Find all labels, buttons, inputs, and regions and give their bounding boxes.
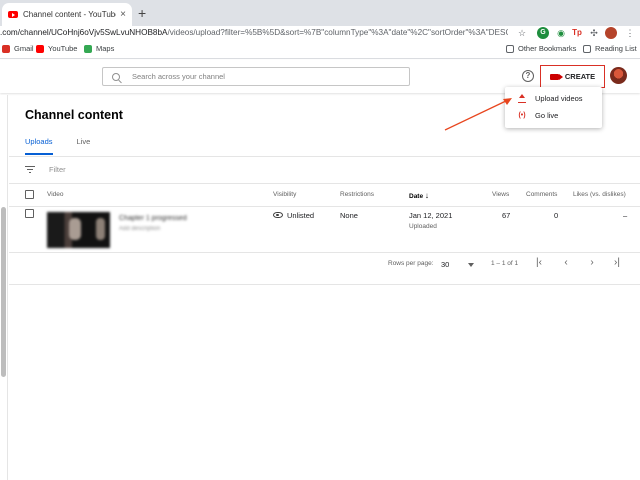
page-title: Channel content xyxy=(25,108,123,122)
create-label: CREATE xyxy=(564,72,596,81)
video-thumbnail[interactable] xyxy=(47,212,110,248)
divider xyxy=(9,252,640,253)
date-status: Uploaded xyxy=(409,223,437,230)
video-camera-icon xyxy=(549,73,563,80)
browser-tab-title: Channel content - YouTube Studio xyxy=(23,10,116,19)
visibility-value[interactable]: Unlisted xyxy=(287,211,314,220)
divider xyxy=(9,284,640,285)
video-title[interactable]: Chapter 1 progressed xyxy=(119,215,187,222)
column-views: Views xyxy=(492,191,510,198)
maps-icon xyxy=(84,44,92,53)
column-video: Video xyxy=(47,191,64,198)
create-button[interactable]: CREATE xyxy=(540,65,605,88)
video-description: Add description xyxy=(119,226,161,232)
youtube-favicon-icon xyxy=(8,11,18,18)
column-date[interactable]: Date ↓ xyxy=(409,191,429,200)
first-page-icon[interactable]: |‹ xyxy=(532,256,546,270)
tp-extension-icon[interactable]: Tp xyxy=(571,27,583,39)
whatsapp-extension-icon[interactable]: ◉ xyxy=(555,27,567,39)
url-text[interactable]: .com/channel/UCoHnj6oVjv5SwLvuNHOB8bA/vi… xyxy=(0,26,508,40)
divider xyxy=(9,156,640,157)
views-value: 67 xyxy=(502,211,511,220)
restrictions-value: None xyxy=(340,211,358,220)
select-all-checkbox[interactable] xyxy=(25,190,34,199)
search-placeholder: Search across your channel xyxy=(132,72,225,81)
column-visibility: Visibility xyxy=(273,191,297,198)
search-input[interactable]: Search across your channel xyxy=(102,67,410,86)
bookmark-label: Gmail xyxy=(14,44,34,53)
tab-live[interactable]: Live xyxy=(77,137,91,155)
other-bookmarks[interactable]: Other Bookmarks xyxy=(506,44,576,53)
sidebar-scrollbar[interactable] xyxy=(0,95,8,480)
last-page-icon[interactable]: ›| xyxy=(610,256,624,270)
profile-avatar-icon[interactable] xyxy=(605,27,617,39)
table-row[interactable]: Chapter 1 progressed Add description Unl… xyxy=(9,207,640,252)
browser-tab-strip: Channel content - YouTube Studio × + xyxy=(0,0,640,26)
folder-icon xyxy=(506,44,514,53)
close-tab-icon[interactable]: × xyxy=(120,9,126,20)
chevron-down-icon[interactable] xyxy=(468,263,474,267)
bookmark-gmail[interactable]: Gmail xyxy=(2,44,34,53)
content-tabs: Uploads Live xyxy=(25,137,114,155)
reading-list-icon xyxy=(583,44,591,53)
eye-icon xyxy=(273,212,283,218)
likes-value: – xyxy=(623,211,628,220)
browser-tab[interactable]: Channel content - YouTube Studio × xyxy=(2,3,132,26)
bookmarks-bar: Gmail YouTube Maps Other Bookmarks Readi… xyxy=(0,40,640,59)
annotation-arrow xyxy=(444,98,512,131)
rows-per-page-select[interactable]: 30 xyxy=(441,260,449,269)
url-path: /videos/upload?filter=%5B%5D&sort=%7B"co… xyxy=(167,28,508,37)
menu-item-label: Upload videos xyxy=(535,94,583,103)
search-icon xyxy=(112,72,120,81)
bookmark-label: YouTube xyxy=(48,44,78,53)
bookmark-maps[interactable]: Maps xyxy=(84,44,114,53)
youtube-icon xyxy=(36,44,44,53)
date-value: Jan 12, 2021 xyxy=(409,211,453,220)
grammarly-extension-icon[interactable]: G xyxy=(537,27,549,39)
new-tab-button[interactable]: + xyxy=(138,5,146,21)
channel-avatar[interactable] xyxy=(610,67,627,84)
row-checkbox[interactable] xyxy=(25,209,34,218)
comments-value: 0 xyxy=(554,211,559,220)
column-likes: Likes (vs. dislikes) xyxy=(573,191,626,198)
next-page-icon[interactable]: › xyxy=(585,256,599,270)
divider xyxy=(9,183,640,184)
reading-list-label: Reading List xyxy=(595,44,637,53)
column-date-label: Date xyxy=(409,193,424,200)
filter-bar[interactable]: Filter xyxy=(25,165,66,174)
filter-input[interactable]: Filter xyxy=(49,165,66,174)
previous-page-icon[interactable]: ‹ xyxy=(559,256,573,270)
column-comments: Comments xyxy=(526,191,558,198)
extensions-puzzle-icon[interactable]: ✣ xyxy=(588,27,600,39)
bookmark-youtube[interactable]: YouTube xyxy=(36,44,77,53)
pagination-range: 1 – 1 of 1 xyxy=(491,260,519,267)
rows-per-page-label: Rows per page: xyxy=(388,260,434,267)
reading-list[interactable]: Reading List xyxy=(583,44,637,53)
bookmark-label: Maps xyxy=(96,44,115,53)
column-restrictions: Restrictions xyxy=(340,191,374,198)
scrollbar-thumb[interactable] xyxy=(1,207,6,377)
tab-uploads[interactable]: Uploads xyxy=(25,137,53,155)
browser-menu-icon[interactable]: ⋮ xyxy=(624,27,636,39)
url-host: .com/channel/UCoHnj6oVjv5SwLvuNHOB8bA xyxy=(0,28,168,37)
other-bookmarks-label: Other Bookmarks xyxy=(518,44,577,53)
address-bar[interactable]: .com/channel/UCoHnj6oVjv5SwLvuNHOB8bA/vi… xyxy=(0,26,640,40)
menu-item-label: Go live xyxy=(535,111,559,120)
channel-content-main: Channel content Uploads Live Filter Vide… xyxy=(9,95,640,480)
bookmark-star-icon[interactable]: ☆ xyxy=(516,27,528,39)
help-icon[interactable]: ? xyxy=(522,70,534,82)
gmail-icon xyxy=(2,44,10,53)
sort-arrow-down-icon: ↓ xyxy=(424,191,429,200)
filter-icon[interactable] xyxy=(25,166,35,174)
